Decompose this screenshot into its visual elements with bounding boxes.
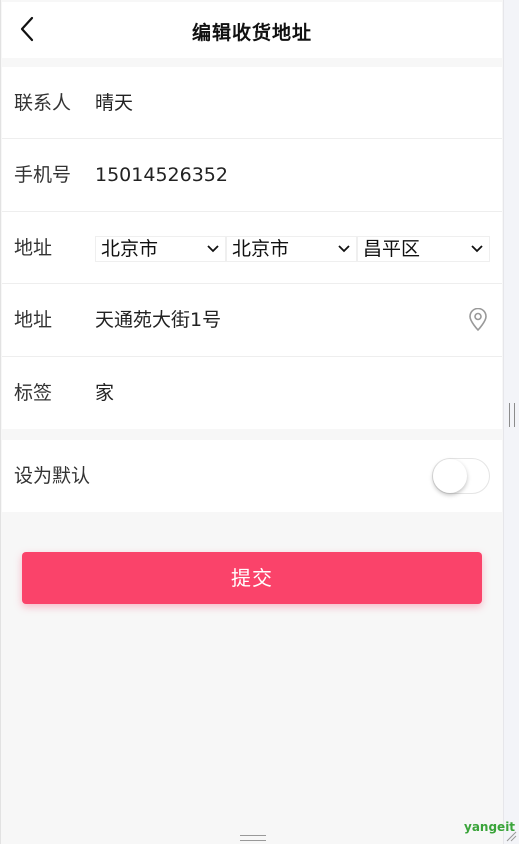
contact-row: 联系人 晴天 (2, 67, 502, 140)
vertical-resize-grip[interactable] (509, 403, 515, 427)
tag-label: 标签 (14, 381, 53, 404)
province-select[interactable]: 北京市 (95, 235, 226, 262)
default-row: 设为默认 (2, 440, 502, 512)
tag-input[interactable]: 家 (95, 357, 114, 429)
horizontal-resize-grip[interactable] (240, 835, 266, 841)
phone-label: 手机号 (14, 164, 72, 187)
chevron-down-icon (338, 245, 350, 253)
region-label: 地址 (14, 236, 53, 259)
address-input[interactable]: 天通苑大街1号 (95, 284, 221, 356)
address-form-card: 联系人 晴天 手机号 15014526352 地址 北京市 北京市 昌平区 地址… (2, 67, 502, 429)
default-card: 设为默认 (2, 440, 502, 512)
district-select[interactable]: 昌平区 (357, 235, 490, 262)
contact-input[interactable]: 晴天 (95, 67, 133, 139)
city-select[interactable]: 北京市 (226, 235, 357, 262)
phone-input[interactable]: 15014526352 (95, 139, 228, 211)
submit-button[interactable]: 提交 (22, 552, 482, 604)
region-selects: 北京市 北京市 昌平区 (95, 235, 490, 262)
contact-label: 联系人 (14, 92, 72, 114)
tag-row: 标签 家 (2, 357, 502, 429)
address-row: 地址 天通苑大街1号 (2, 284, 502, 357)
page-title: 编辑收货地址 (191, 22, 312, 44)
resize-corner-icon[interactable] (505, 830, 517, 842)
default-toggle[interactable] (432, 458, 490, 494)
phone-row: 手机号 15014526352 (2, 139, 502, 212)
district-value: 昌平区 (363, 237, 421, 260)
city-value: 北京市 (232, 237, 290, 260)
province-value: 北京市 (101, 237, 159, 260)
location-pin-icon[interactable] (467, 308, 489, 332)
address-label: 地址 (14, 309, 53, 332)
chevron-down-icon (471, 245, 483, 253)
region-row: 地址 北京市 北京市 昌平区 (2, 212, 502, 285)
toggle-knob (433, 459, 467, 493)
chevron-down-icon (207, 245, 219, 253)
default-label: 设为默认 (14, 465, 91, 487)
nav-header: 编辑收货地址 (2, 2, 502, 58)
